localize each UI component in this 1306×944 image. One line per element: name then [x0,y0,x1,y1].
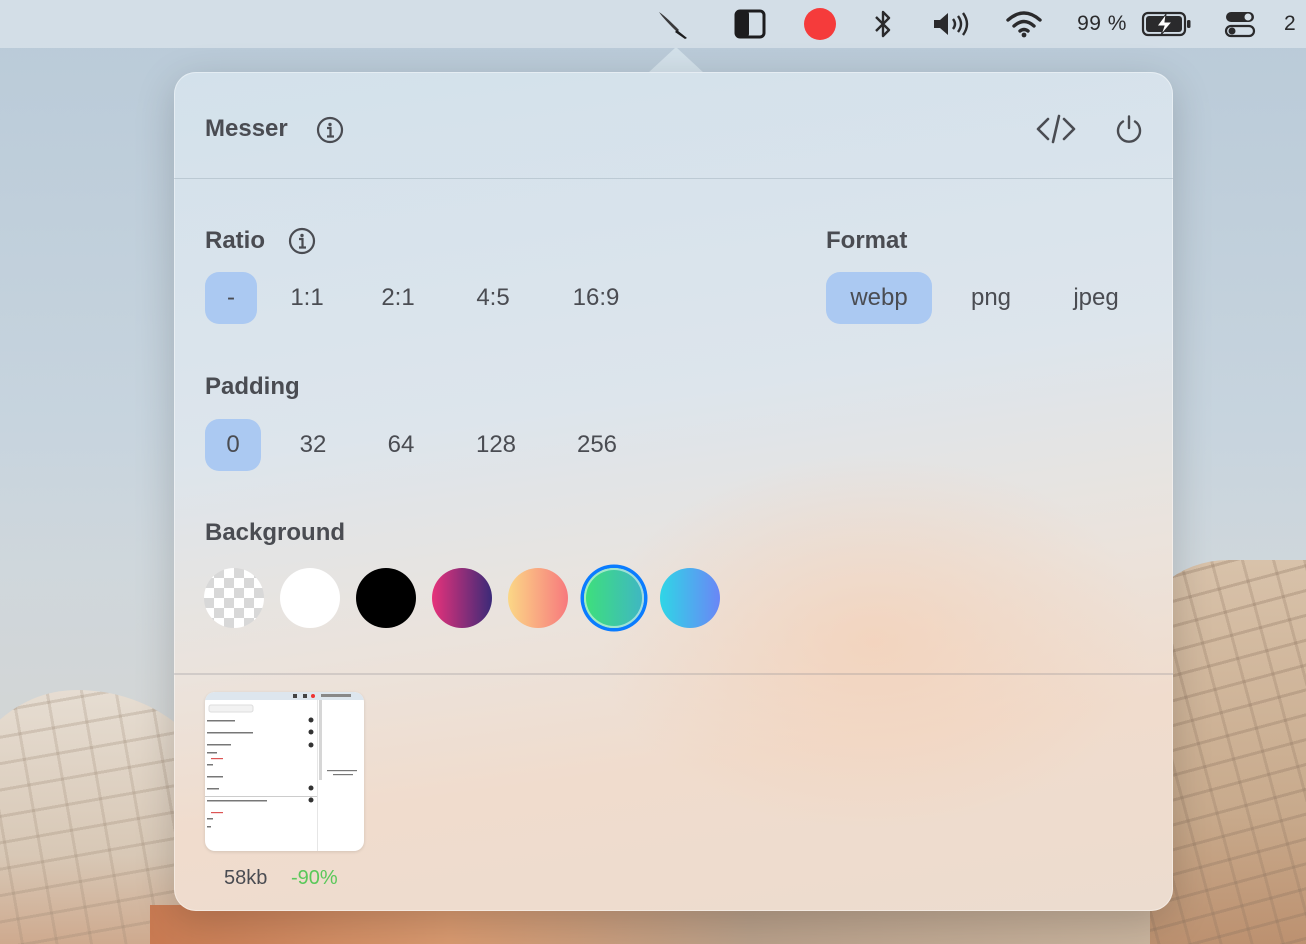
format-option-jpeg[interactable]: jpeg [1054,272,1138,324]
ratio-option-4-5[interactable]: 4:5 [461,272,525,324]
background-swatch-pink-purple[interactable] [432,568,492,628]
format-option-webp[interactable]: webp [826,272,932,324]
background-swatch-white[interactable] [280,568,340,628]
output-size-saving: -90% [291,867,338,889]
app-title: Messer [205,115,288,142]
menu-clock: 2 [1284,12,1297,35]
padding-option-64[interactable]: 64 [371,419,431,471]
ratio-option-2-1[interactable]: 2:1 [367,272,429,324]
popover-arrow [648,47,704,73]
ratio-label: Ratio [205,227,265,254]
format-options: webp png jpeg [826,272,1146,324]
ratio-options: - 1:1 2:1 4:5 16:9 [205,272,645,324]
padding-option-128[interactable]: 128 [461,419,531,471]
bluetooth-icon[interactable] [868,0,898,48]
battery-percent: 99 % [1077,12,1127,35]
menu-bar: 99 % 2 [0,0,1306,48]
wifi-icon[interactable] [1004,0,1044,48]
ratio-option-1-1[interactable]: 1:1 [281,272,333,324]
background-swatch-green-teal[interactable] [584,568,644,628]
padding-label: Padding [205,373,300,400]
thumbnail-preview-image [205,692,364,851]
code-embed-button[interactable] [1033,110,1079,148]
padding-option-0[interactable]: 0 [205,419,261,471]
sidebar-icon[interactable] [731,0,769,48]
padding-options: 0 32 64 128 256 [205,419,645,471]
popover-header: Messer [174,72,1173,179]
battery-charging-icon[interactable] [1140,0,1194,48]
control-center-icon[interactable] [1222,0,1258,48]
format-option-png[interactable]: png [950,272,1032,324]
background-label: Background [205,519,346,546]
background-swatch-black[interactable] [356,568,416,628]
info-icon[interactable] [314,114,346,146]
power-button[interactable] [1112,112,1146,146]
ratio-option-none[interactable]: - [205,272,257,324]
padding-option-32[interactable]: 32 [285,419,341,471]
knife-icon[interactable] [652,0,694,48]
ratio-info-icon[interactable] [286,225,318,257]
messer-popover: Messer Ratio - 1:1 2:1 4:5 16:9 Format w… [174,72,1173,911]
ratio-option-16-9[interactable]: 16:9 [557,272,635,324]
output-file-size: 58kb [224,867,268,889]
background-swatch-yellow-pink[interactable] [508,568,568,628]
output-thumbnail[interactable] [205,692,364,851]
volume-icon[interactable] [930,0,974,48]
background-swatch-transparent[interactable] [204,568,264,628]
format-label: Format [826,227,908,254]
background-swatch-cyan-blue[interactable] [660,568,720,628]
padding-option-256[interactable]: 256 [561,419,633,471]
record-icon[interactable] [800,0,840,48]
section-divider [174,673,1173,675]
